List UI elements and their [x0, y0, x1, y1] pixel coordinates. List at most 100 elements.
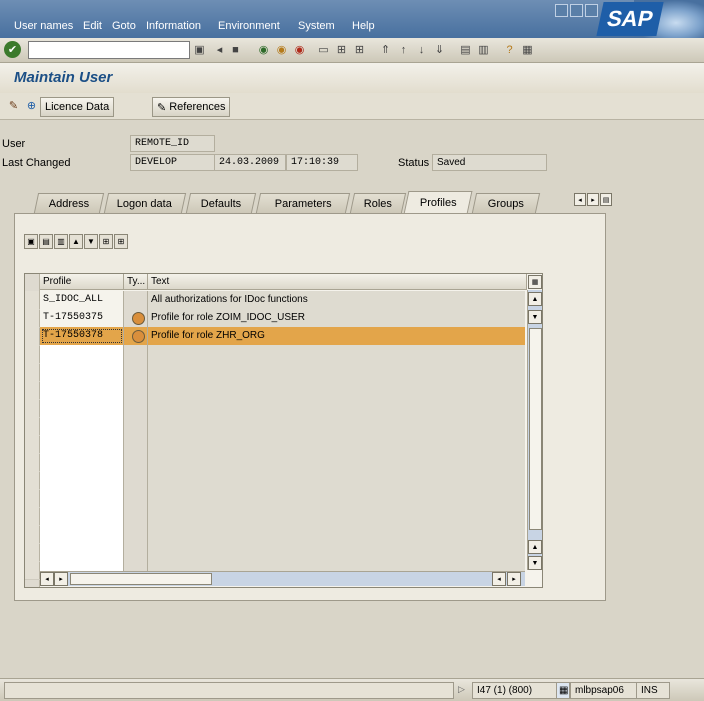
menu-help[interactable]: Help: [352, 20, 375, 32]
profile-cell[interactable]: [40, 435, 124, 453]
licence-data-button[interactable]: Licence Data: [40, 97, 115, 117]
insert-row-icon[interactable]: ▤: [39, 234, 53, 249]
last-page-icon[interactable]: ⇓: [432, 42, 447, 57]
print-icon[interactable]: ▭: [316, 42, 331, 57]
table-row[interactable]: [25, 345, 525, 364]
find-in-table-icon[interactable]: ⊞: [99, 234, 113, 249]
menu-user-names[interactable]: User names: [14, 20, 73, 32]
vertical-scroll-thumb[interactable]: [529, 328, 542, 530]
filter-icon[interactable]: ▼: [84, 234, 98, 249]
scroll-page-up-icon[interactable]: ▲: [528, 540, 542, 554]
column-settings-icon[interactable]: ▦: [528, 275, 542, 289]
menu-information[interactable]: Information: [146, 20, 201, 32]
tab-profiles[interactable]: Profiles: [403, 191, 473, 214]
delete-row-icon[interactable]: ▥: [54, 234, 68, 249]
profile-cell[interactable]: T-17550378: [40, 327, 124, 345]
cancel-icon[interactable]: ◉: [292, 42, 307, 57]
tab-roles[interactable]: Roles: [349, 193, 407, 213]
table-row[interactable]: [25, 381, 525, 400]
find-icon[interactable]: ⊞: [334, 42, 349, 57]
close-window-button[interactable]: [585, 4, 598, 17]
profile-cell[interactable]: [40, 399, 124, 417]
tab-address[interactable]: Address: [33, 193, 105, 213]
table-row[interactable]: T-17550375 Profile for role ZOIM_IDOC_USE…: [25, 309, 525, 328]
tab-scroll-left-icon[interactable]: ◂: [574, 193, 586, 206]
scroll-up-icon[interactable]: ▲: [528, 292, 542, 306]
shortcut-icon[interactable]: ▥: [476, 42, 491, 57]
references-button[interactable]: ✎ References: [152, 97, 231, 117]
table-row[interactable]: [25, 471, 525, 490]
table-row[interactable]: [25, 489, 525, 508]
command-field[interactable]: [28, 41, 190, 59]
new-session-icon[interactable]: ▤: [458, 42, 473, 57]
table-row[interactable]: [25, 543, 525, 562]
menu-system[interactable]: System: [298, 20, 335, 32]
column-header-text[interactable]: Text: [148, 274, 527, 290]
find-next-in-table-icon[interactable]: ⊞: [114, 234, 128, 249]
horizontal-scroll-thumb[interactable]: [70, 573, 212, 585]
display-change-icon[interactable]: ✎: [6, 98, 21, 113]
floppy-save-icon[interactable]: ■: [228, 42, 243, 57]
layout-menu-icon[interactable]: ▦: [520, 42, 535, 57]
minimize-button[interactable]: [555, 4, 568, 17]
profile-cell[interactable]: [40, 453, 124, 471]
table-row[interactable]: T-17550378 Profile for role ZHR_ORG: [25, 327, 525, 346]
help-icon[interactable]: ?: [502, 42, 517, 57]
scroll-left-icon[interactable]: ◂: [40, 572, 54, 586]
table-row[interactable]: [25, 417, 525, 436]
table-row[interactable]: [25, 435, 525, 454]
scroll-down-icon[interactable]: ▼: [528, 310, 542, 324]
menu-environment[interactable]: Environment: [218, 20, 280, 32]
exit-icon[interactable]: ◉: [274, 42, 289, 57]
menu-edit[interactable]: Edit: [83, 20, 102, 32]
expand-status-icon[interactable]: ▷: [458, 684, 465, 695]
menu-goto[interactable]: Goto: [112, 20, 136, 32]
table-row[interactable]: S_IDOC_ALL All authorizations for IDoc fu…: [25, 291, 525, 310]
profile-cell[interactable]: [40, 363, 124, 381]
tab-defaults[interactable]: Defaults: [185, 193, 257, 213]
table-row[interactable]: [25, 525, 525, 544]
other-user-icon[interactable]: ⊕: [24, 98, 39, 113]
horizontal-scrollbar[interactable]: ◂ ▸ ◂ ▸: [40, 571, 525, 586]
back-icon[interactable]: ◉: [256, 42, 271, 57]
history-back-icon[interactable]: ◂: [212, 42, 227, 57]
find-next-icon[interactable]: ⊞: [352, 42, 367, 57]
profile-cell[interactable]: T-17550375: [40, 309, 124, 327]
first-page-icon[interactable]: ⇑: [378, 42, 393, 57]
table-row[interactable]: [25, 507, 525, 526]
profile-cell[interactable]: [40, 345, 124, 363]
tab-list-icon[interactable]: ▤: [600, 193, 612, 206]
maximize-button[interactable]: [570, 4, 583, 17]
table-row[interactable]: [25, 363, 525, 382]
column-header-type[interactable]: Ty...: [124, 274, 148, 290]
profile-cell[interactable]: [40, 507, 124, 525]
tab-logon-data[interactable]: Logon data: [103, 193, 187, 213]
enter-button[interactable]: ✔: [4, 41, 21, 58]
next-page-icon[interactable]: ↓: [414, 42, 429, 57]
text-cell: [148, 417, 525, 435]
previous-page-icon[interactable]: ↑: [396, 42, 411, 57]
session-info[interactable]: I47 (1) (800): [472, 682, 560, 699]
table-row[interactable]: [25, 453, 525, 472]
profile-cell[interactable]: [40, 471, 124, 489]
scroll-far-left-icon[interactable]: ◂: [492, 572, 506, 586]
details-icon[interactable]: ▣: [24, 234, 38, 249]
tab-scroll-right-icon[interactable]: ▸: [587, 193, 599, 206]
sort-ascending-icon[interactable]: ▲: [69, 234, 83, 249]
column-header-profile[interactable]: Profile: [40, 274, 124, 290]
profile-cell[interactable]: [40, 543, 124, 561]
scroll-page-down-icon[interactable]: ▼: [528, 556, 542, 570]
table-row[interactable]: [25, 399, 525, 418]
tab-groups[interactable]: Groups: [471, 193, 541, 213]
profile-cell[interactable]: [40, 525, 124, 543]
tab-parameters[interactable]: Parameters: [255, 193, 351, 213]
scroll-right-icon[interactable]: ▸: [54, 572, 68, 586]
insert-mode[interactable]: INS: [636, 682, 670, 699]
scroll-far-right-icon[interactable]: ▸: [507, 572, 521, 586]
save-icon[interactable]: ▣: [192, 42, 207, 57]
profile-cell[interactable]: S_IDOC_ALL: [40, 291, 124, 309]
profile-cell[interactable]: [40, 489, 124, 507]
vertical-scrollbar[interactable]: ▲ ▼ ▲ ▼: [527, 290, 542, 570]
profile-cell[interactable]: [40, 417, 124, 435]
profile-cell[interactable]: [40, 381, 124, 399]
